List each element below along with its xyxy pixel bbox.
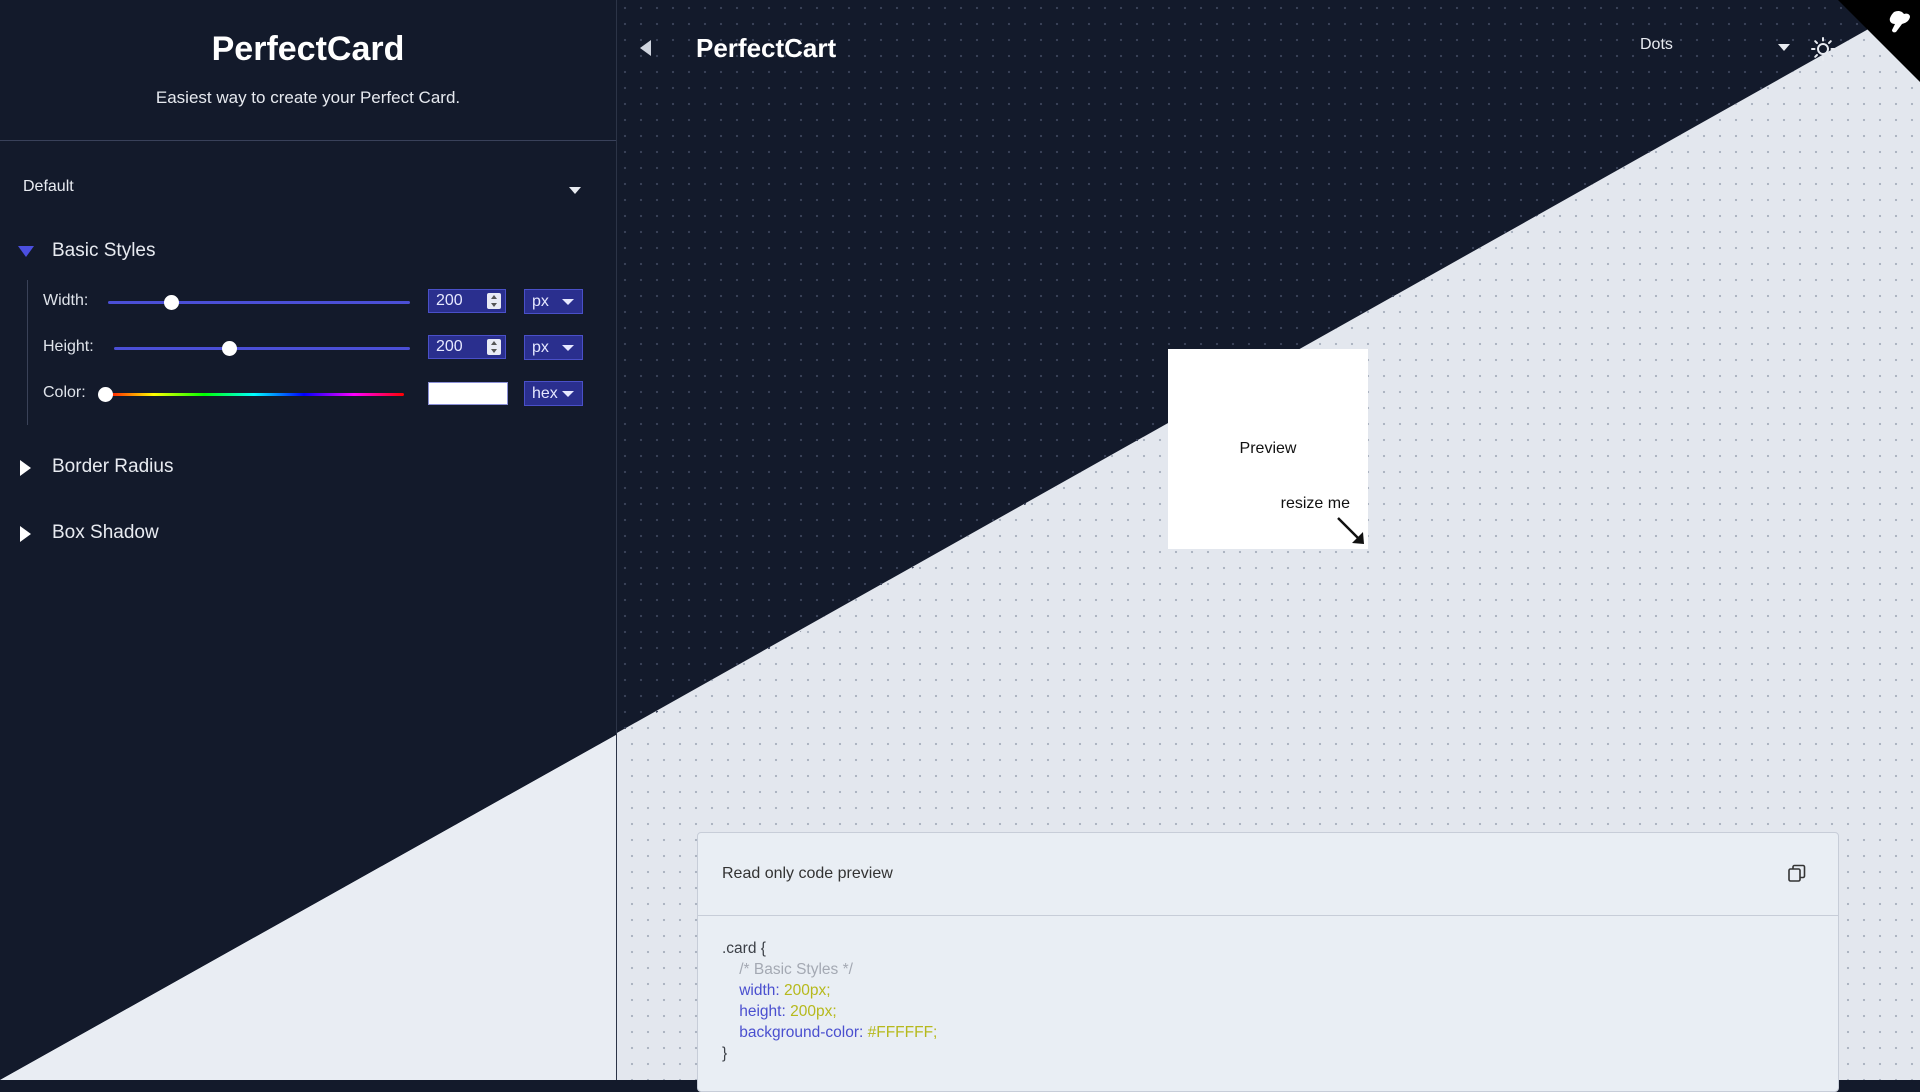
code-property: background-color:: [739, 1024, 864, 1041]
app-title: PerfectCard: [211, 30, 405, 68]
sidebar-divider: [0, 140, 616, 141]
color-hex-input[interactable]: [428, 382, 508, 405]
caret-down-icon: [562, 299, 574, 305]
chevron-left-icon[interactable]: [640, 40, 651, 56]
code-property: width:: [739, 982, 780, 999]
copy-icon: [1788, 864, 1806, 882]
collapsed-caret-icon: [20, 460, 31, 476]
code-comment: /* Basic Styles */: [739, 961, 853, 978]
code-value: #FFFFFF;: [863, 1024, 938, 1041]
color-label: Color:: [43, 384, 86, 401]
section-label: Basic Styles: [52, 240, 156, 261]
app-subtitle: Easiest way to create your Perfect Card.: [155, 88, 461, 107]
code-line: /* Basic Styles */: [722, 959, 937, 980]
expanded-caret-icon: [18, 246, 34, 257]
height-slider-thumb[interactable]: [222, 341, 237, 356]
code-preview-panel: Read only code preview .card { /* Basic …: [697, 832, 1839, 1092]
github-corner-icon: [1838, 0, 1920, 82]
collapsed-caret-icon: [20, 526, 31, 542]
height-control: Height: 200 px: [43, 334, 583, 362]
code-line: width: 200px;: [722, 980, 937, 1001]
section-box-shadow[interactable]: Box Shadow: [18, 518, 218, 548]
section-label: Box Shadow: [52, 522, 159, 543]
height-input[interactable]: 200: [428, 335, 506, 359]
code-panel-divider: [698, 915, 1838, 916]
code-body: .card { /* Basic Styles */ width: 200px;…: [722, 938, 937, 1064]
preset-select[interactable]: Default: [23, 178, 593, 202]
sun-icon: [1811, 37, 1835, 61]
width-stepper[interactable]: [487, 293, 501, 309]
width-slider[interactable]: [108, 295, 410, 310]
code-line: background-color: #FFFFFF;: [722, 1022, 937, 1043]
code-value: 200px;: [785, 1003, 837, 1020]
color-format-value: hex: [532, 385, 558, 402]
github-corner-link[interactable]: [1838, 0, 1920, 82]
width-unit-select[interactable]: px: [524, 289, 583, 314]
hue-slider-thumb[interactable]: [98, 387, 113, 402]
height-label: Height:: [43, 338, 94, 355]
caret-down-icon: [1778, 44, 1790, 51]
preview-card[interactable]: Preview resize me: [1168, 349, 1368, 549]
code-value: 200px;: [779, 982, 831, 999]
width-input[interactable]: 200: [428, 289, 506, 313]
section-border-radius[interactable]: Border Radius: [18, 452, 218, 482]
width-unit-value: px: [532, 293, 549, 310]
code-property: height:: [739, 1003, 786, 1020]
code-panel-header: Read only code preview: [722, 865, 893, 882]
code-line: }: [722, 1045, 728, 1062]
preview-label: Preview: [1239, 440, 1297, 457]
height-stepper[interactable]: [487, 339, 501, 355]
color-format-select[interactable]: hex: [524, 381, 583, 406]
width-slider-thumb[interactable]: [164, 295, 179, 310]
sidebar: PerfectCard Easiest way to create your P…: [0, 0, 617, 1080]
height-unit-value: px: [532, 339, 549, 356]
copy-button[interactable]: [1786, 863, 1808, 885]
hue-slider[interactable]: [98, 387, 404, 402]
caret-down-icon: [562, 345, 574, 351]
code-line: .card {: [722, 940, 766, 957]
caret-down-icon: [562, 391, 574, 397]
section-basic-styles[interactable]: Basic Styles: [18, 236, 218, 266]
theme-toggle-button[interactable]: [1810, 36, 1836, 62]
height-slider[interactable]: [114, 341, 410, 356]
preset-select-value: Default: [23, 178, 74, 195]
width-input-value: 200: [436, 292, 463, 309]
resize-arrow-icon: [1337, 517, 1364, 544]
width-control: Width: 200 px: [43, 288, 583, 316]
background-pattern-value: Dots: [1640, 36, 1673, 53]
caret-down-icon: [569, 187, 581, 194]
section-label: Border Radius: [52, 456, 174, 477]
height-unit-select[interactable]: px: [524, 335, 583, 360]
background-pattern-select[interactable]: Dots: [1640, 36, 1790, 60]
tree-guide-line: [27, 280, 28, 425]
height-input-value: 200: [436, 338, 463, 355]
page-title: PerfectCart: [696, 33, 837, 63]
color-control: Color: hex: [43, 380, 583, 408]
code-line: height: 200px;: [722, 1001, 937, 1022]
width-label: Width:: [43, 292, 89, 309]
resize-hint: resize me: [1280, 495, 1350, 512]
